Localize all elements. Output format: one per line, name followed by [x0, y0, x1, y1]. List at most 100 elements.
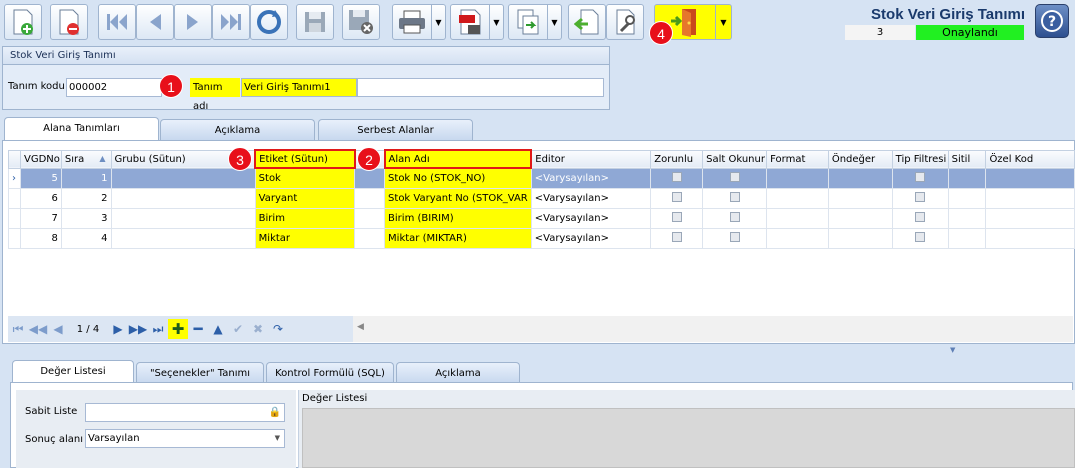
prev-icon: ◀ — [53, 322, 63, 336]
export-dropdown[interactable]: ▼ — [548, 4, 562, 40]
print-dropdown[interactable]: ▼ — [432, 4, 446, 40]
print-button[interactable] — [392, 4, 432, 40]
tab-field-definitions[interactable]: Alana Tanımları — [4, 117, 159, 142]
tab-description[interactable]: Açıklama — [160, 119, 315, 141]
name-input-highlight[interactable]: Veri Giriş Tanımı1 — [241, 78, 357, 97]
tools-icon — [616, 9, 635, 35]
save-icon — [305, 12, 325, 32]
checkbox[interactable] — [729, 231, 740, 242]
col-tip-filtresi[interactable]: Tip Filtresi — [891, 149, 949, 169]
col-etiket[interactable]: Etiket (Sütun) — [254, 149, 356, 169]
nav-last-button[interactable]: ⏭ — [148, 319, 168, 339]
checkbox[interactable] — [729, 191, 740, 202]
col-ondeger[interactable]: Öndeğer — [827, 149, 893, 169]
marker-1: 1 — [159, 74, 183, 98]
prev-record-button[interactable] — [136, 4, 174, 40]
result-field-select[interactable]: Varsayılan ▼ — [85, 429, 285, 448]
nav-first-button[interactable]: ⏮ — [8, 319, 28, 339]
chevron-down-icon: ▼ — [435, 17, 442, 27]
group-title: Stok Veri Giriş Tanımı — [3, 47, 609, 65]
last-record-button[interactable] — [212, 4, 250, 40]
close-icon: ✖ — [252, 322, 264, 336]
pdf-button[interactable] — [450, 4, 490, 40]
nav-add-button[interactable]: ✚ — [168, 319, 188, 339]
checkbox[interactable] — [671, 211, 682, 222]
pdf-dropdown[interactable]: ▼ — [490, 4, 504, 40]
table-row[interactable]: 6 2 Varyant Stok Varyant No (STOK_VAR <V… — [8, 187, 1075, 209]
table-row[interactable]: 8 4 Miktar Miktar (MIKTAR) <Varysayılan> — [8, 227, 1075, 249]
next-icon — [187, 14, 198, 30]
nav-next-button[interactable]: ▶ — [108, 319, 128, 339]
marker-4: 4 — [649, 21, 673, 45]
save-close-icon — [349, 10, 373, 34]
marker-2: 2 — [357, 147, 381, 171]
import-icon — [574, 9, 599, 35]
first-icon: ⏮ — [12, 321, 24, 336]
checkbox[interactable] — [915, 171, 926, 182]
checkbox[interactable] — [671, 231, 682, 242]
export-button[interactable] — [508, 4, 548, 40]
checkbox[interactable] — [915, 211, 926, 222]
nav-remove-button[interactable]: ━ — [188, 319, 208, 339]
import-button[interactable] — [568, 4, 606, 40]
col-zorunlu[interactable]: Zorunlu — [650, 149, 704, 169]
save-button[interactable] — [296, 4, 334, 40]
col-sitil[interactable]: Sitil — [947, 149, 987, 169]
sort-asc-icon: ▲ — [99, 153, 106, 163]
fixed-list-input[interactable]: 🔒 — [85, 403, 285, 422]
col-sira[interactable]: Sıra ▲ — [60, 149, 112, 169]
value-list-body[interactable] — [302, 408, 1075, 468]
horizontal-scrollbar[interactable]: ◀ — [353, 316, 1073, 342]
grid-navigator: ⏮ ◀◀ ◀ 1 / 4 ▶ ▶▶ ⏭ ✚ ━ ▲ ✔ ✖ ↷ — [8, 316, 353, 342]
prev-icon — [150, 14, 161, 30]
row-indicator-header — [8, 149, 21, 169]
pdf-icon — [459, 9, 481, 35]
splitter-arrow-icon[interactable]: ▼ — [950, 346, 955, 354]
new-icon — [13, 9, 33, 35]
delete-button[interactable] — [50, 4, 88, 40]
help-icon: ? — [1041, 10, 1063, 32]
scroll-left-icon: ◀ — [357, 322, 364, 332]
nav-prev-button[interactable]: ◀ — [48, 319, 68, 339]
tab-free-fields[interactable]: Serbest Alanlar — [318, 119, 473, 141]
save-close-button[interactable] — [342, 4, 380, 40]
last-icon — [221, 14, 241, 30]
table-row[interactable]: 7 3 Birim Birim (BIRIM) <Varysayılan> — [8, 207, 1075, 229]
nav-prev-page-button[interactable]: ◀◀ — [28, 319, 48, 339]
nav-next-page-button[interactable]: ▶▶ — [128, 319, 148, 339]
tab-control-formula[interactable]: Kontrol Formülü (SQL) — [266, 362, 394, 384]
checkbox[interactable] — [729, 171, 740, 182]
tab-lower-description[interactable]: Açıklama — [396, 362, 520, 384]
col-editor[interactable]: Editor — [530, 149, 652, 169]
next-icon: ▶ — [113, 322, 123, 336]
marker-3: 3 — [228, 147, 252, 171]
code-input[interactable]: 000002 — [66, 78, 162, 97]
next-record-button[interactable] — [174, 4, 212, 40]
col-ozel-kod[interactable]: Özel Kod — [985, 149, 1075, 169]
tools-button[interactable] — [606, 4, 644, 40]
refresh-button[interactable] — [250, 4, 288, 40]
nav-up-button[interactable]: ▲ — [208, 319, 228, 339]
checkbox[interactable] — [915, 231, 926, 242]
name-input-rest[interactable] — [357, 78, 604, 97]
status-badge: Onaylandı — [916, 25, 1024, 40]
checkbox[interactable] — [729, 211, 740, 222]
col-salt-okunur[interactable]: Salt Okunur — [702, 149, 768, 169]
checkbox[interactable] — [671, 171, 682, 182]
checkbox[interactable] — [915, 191, 926, 202]
col-alan-adi[interactable]: Alan Adı — [383, 149, 533, 169]
first-record-button[interactable] — [98, 4, 136, 40]
col-vgdno[interactable]: VGDNo — [19, 149, 62, 169]
help-button[interactable]: ? — [1035, 4, 1069, 38]
tab-options-definition[interactable]: "Seçenekler" Tanımı — [136, 362, 264, 384]
nav-cancel-button[interactable]: ✖ — [248, 319, 268, 339]
nav-confirm-button[interactable]: ✔ — [228, 319, 248, 339]
new-button[interactable] — [4, 4, 42, 40]
table-row[interactable]: › 5 1 Stok Stok No (STOK_NO) <Varysayıla… — [8, 167, 1075, 189]
page-indicator: 1 / 4 — [76, 323, 100, 335]
exit-dropdown[interactable]: ▼ — [716, 4, 732, 40]
nav-refresh-button[interactable]: ↷ — [268, 319, 288, 339]
name-label: Tanım adı — [190, 78, 240, 112]
col-format[interactable]: Format — [766, 149, 829, 169]
checkbox[interactable] — [671, 191, 682, 202]
